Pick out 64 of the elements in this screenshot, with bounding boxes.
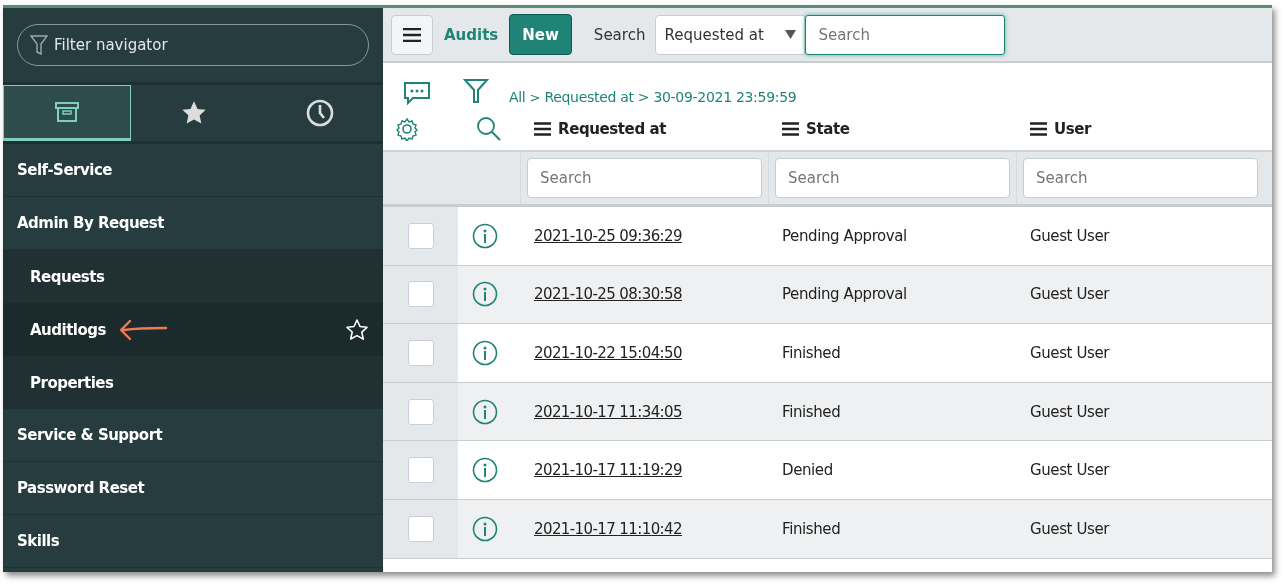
- requested-at-link[interactable]: 2021-10-22 15:04:50: [534, 344, 682, 362]
- state-cell: Denied: [782, 461, 833, 480]
- menu-icon: [782, 122, 799, 136]
- menu-icon: [534, 122, 551, 136]
- column-search-field[interactable]: Search: [1023, 158, 1258, 198]
- caret-icon: [785, 30, 797, 39]
- requested-at-link[interactable]: 2021-10-17 11:19:29: [534, 461, 682, 480]
- row-checkbox[interactable]: [407, 398, 434, 425]
- row-checkbox[interactable]: [407, 515, 434, 542]
- column-search-field[interactable]: Search: [527, 158, 762, 198]
- all-apps-tab[interactable]: [3, 85, 131, 141]
- settings-icon[interactable]: [395, 117, 419, 141]
- info-icon[interactable]: [472, 340, 498, 366]
- info-icon[interactable]: [472, 398, 498, 425]
- clock-icon: [305, 98, 335, 128]
- list-title: Audits: [444, 25, 499, 44]
- favorite-star-icon[interactable]: [345, 317, 369, 342]
- row-checkbox[interactable]: [407, 457, 434, 484]
- search-field-dropdown[interactable]: Requested at: [655, 14, 806, 55]
- info-icon[interactable]: [472, 222, 498, 249]
- breadcrumb-link[interactable]: All: [509, 89, 526, 105]
- breadcrumb-link[interactable]: Requested at > 30-09-2021 23:59:59: [544, 89, 797, 105]
- state-cell: Finished: [782, 344, 841, 362]
- search-label: Search: [593, 25, 646, 44]
- column-header[interactable]: Requested at: [520, 120, 768, 138]
- nav-item[interactable]: Requests: [3, 250, 383, 303]
- breadcrumb-separator: >: [529, 90, 541, 105]
- menu-icon: [1030, 122, 1047, 136]
- row-checkbox[interactable]: [407, 222, 434, 249]
- menu-button[interactable]: [391, 14, 433, 55]
- arrow-icon: [117, 318, 168, 341]
- state-cell: Pending Approval: [782, 226, 907, 245]
- requested-at-link[interactable]: 2021-10-25 08:30:58: [534, 285, 682, 304]
- state-cell: Pending Approval: [782, 285, 907, 304]
- user-cell: Guest User: [1030, 344, 1109, 362]
- new-button[interactable]: New: [509, 14, 572, 55]
- filter-input[interactable]: Filter navigator: [52, 35, 356, 55]
- column-header[interactable]: User: [1016, 120, 1264, 138]
- search-icon[interactable]: [476, 116, 502, 142]
- search-field[interactable]: Search: [805, 14, 1006, 55]
- column-search-field[interactable]: Search: [775, 158, 1010, 198]
- state-cell: Finished: [782, 402, 841, 421]
- requested-at-link[interactable]: 2021-10-17 11:10:42: [534, 519, 682, 538]
- state-cell: Finished: [782, 519, 841, 538]
- user-cell: Guest User: [1030, 519, 1109, 538]
- info-icon[interactable]: [472, 281, 498, 308]
- requested-at-link[interactable]: 2021-10-25 09:36:29: [534, 226, 682, 245]
- row-checkbox[interactable]: [407, 281, 434, 308]
- nav-item[interactable]: Auditlogs: [3, 303, 383, 356]
- menu-icon: [403, 27, 421, 42]
- user-cell: Guest User: [1030, 461, 1109, 480]
- filter-icon[interactable]: [463, 77, 489, 105]
- archive-box-icon: [54, 101, 80, 123]
- row-checkbox[interactable]: [407, 340, 434, 366]
- user-cell: Guest User: [1030, 402, 1109, 421]
- info-icon[interactable]: [472, 515, 498, 542]
- info-icon[interactable]: [472, 457, 498, 484]
- chat-icon[interactable]: [403, 81, 431, 105]
- column-header[interactable]: State: [768, 120, 1016, 138]
- nav-item[interactable]: Properties: [3, 356, 383, 409]
- user-cell: Guest User: [1030, 226, 1109, 245]
- requested-at-link[interactable]: 2021-10-17 11:34:05: [534, 402, 682, 421]
- user-cell: Guest User: [1030, 285, 1109, 304]
- filter-icon: [30, 33, 48, 57]
